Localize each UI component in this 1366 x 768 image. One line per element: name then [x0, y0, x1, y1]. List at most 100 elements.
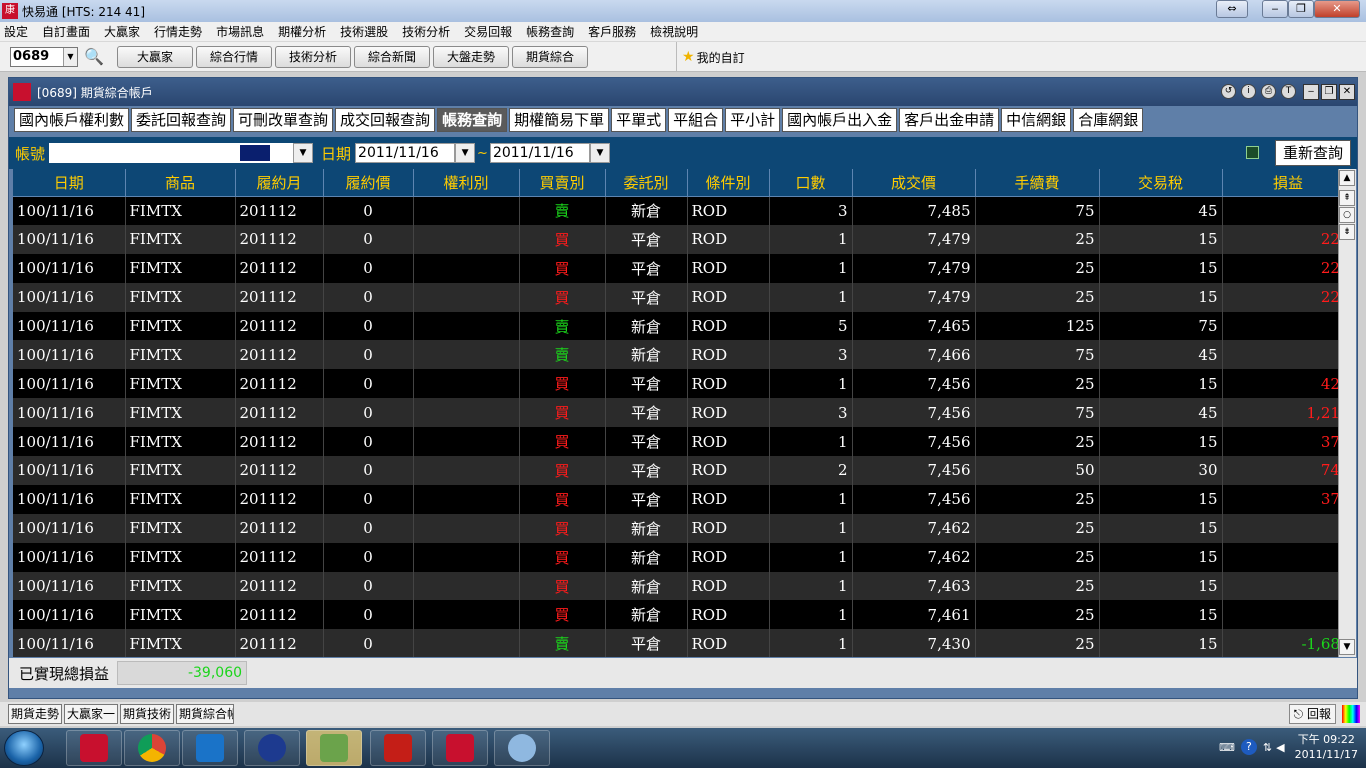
account-input[interactable] [49, 143, 294, 163]
tab[interactable]: 客戶出金申請 [899, 108, 1000, 132]
menu-item[interactable]: 交易回報 [464, 23, 512, 40]
table-row[interactable]: 100/11/16 FIMTX 201112 0 買新倉 ROD 1 7,462 25 15 [13, 513, 1355, 543]
close-button[interactable]: ✕ [1339, 84, 1355, 100]
tab[interactable]: 國內帳戶權利數 [14, 108, 130, 132]
column-header[interactable]: 履約價 [323, 169, 414, 197]
tab[interactable]: 國內帳戶出入金 [782, 108, 898, 132]
start-button[interactable] [4, 730, 44, 766]
toolbar-button[interactable]: 技術分析 [275, 45, 351, 68]
column-header[interactable]: 手續費 [975, 169, 1100, 197]
link-icon[interactable]: ↺ [1221, 84, 1236, 99]
scroll-up-icon[interactable]: ▲ [1339, 170, 1355, 186]
search-icon[interactable]: 🔍 [84, 47, 104, 67]
taskbar-app-button[interactable] [432, 730, 488, 766]
toolbar-button[interactable]: 期貨綜合 [512, 45, 588, 68]
tab[interactable]: 平組合 [668, 108, 724, 132]
menu-item[interactable]: 技術分析 [402, 23, 450, 40]
table-row[interactable]: 100/11/16 FIMTX 201112 0 賣新倉 ROD 3 7,466 75 45 [13, 340, 1355, 370]
taskbar-app-button[interactable] [494, 730, 550, 766]
stock-code-combobox[interactable]: 0689 ▼ [10, 46, 78, 67]
page-up-icon[interactable]: ⇞ [1339, 190, 1355, 206]
column-header[interactable]: 成交價 [852, 169, 976, 197]
table-row[interactable]: 100/11/16 FIMTX 201112 0 賣新倉 ROD 3 7,485 75 45 [13, 196, 1355, 225]
taskbar-app-button[interactable] [370, 730, 426, 766]
table-row[interactable]: 100/11/16 FIMTX 201112 0 買新倉 ROD 1 7,463 25 15 [13, 571, 1355, 601]
table-row[interactable]: 100/11/16 FIMTX 201112 0 買平倉 ROD 3 7,456 75 45 1,2… [13, 398, 1355, 428]
column-header[interactable]: 商品 [125, 169, 236, 197]
menu-item[interactable]: 大贏家 [104, 23, 140, 40]
tab[interactable]: 合庫網銀 [1073, 108, 1144, 132]
close-button[interactable]: ✕ [1314, 0, 1360, 18]
reply-button[interactable]: ⎋ 回報 [1288, 704, 1336, 724]
column-header[interactable]: 口數 [769, 169, 853, 197]
menu-item[interactable]: 帳務查詢 [526, 23, 574, 40]
taskbar-app-button[interactable] [244, 730, 300, 766]
minimize-button[interactable]: ‒ [1262, 0, 1288, 18]
menu-item[interactable]: 行情走勢 [154, 23, 202, 40]
tab[interactable]: 成交回報查詢 [335, 108, 436, 132]
table-row[interactable]: 100/11/16 FIMTX 201112 0 賣新倉 ROD 5 7,465 125 75 [13, 311, 1355, 341]
column-header[interactable]: 交易稅 [1099, 169, 1223, 197]
taskbar-app-button[interactable] [124, 730, 180, 766]
table-row[interactable]: 100/11/16 FIMTX 201112 0 買平倉 ROD 1 7,456 25 15 420 [13, 369, 1355, 399]
restore-arrows-icon[interactable]: ⇔ [1216, 0, 1248, 18]
menu-item[interactable]: 客戶服務 [588, 23, 636, 40]
table-row[interactable]: 100/11/16 FIMTX 201112 0 買平倉 ROD 1 7,479 25 15 220 [13, 253, 1355, 283]
keyboard-icon[interactable]: ⌨ [1219, 741, 1235, 754]
table-row[interactable]: 100/11/16 FIMTX 201112 0 買平倉 ROD 2 7,456 50 30 740 [13, 456, 1355, 485]
menu-item[interactable]: 市場訊息 [216, 23, 264, 40]
column-header[interactable]: 委託別 [605, 169, 688, 197]
menu-item[interactable]: 自訂畫面 [42, 23, 90, 40]
table-row[interactable]: 100/11/16 FIMTX 201112 0 買平倉 ROD 1 7,479 25 15 220 [13, 224, 1355, 254]
table-row[interactable]: 100/11/16 FIMTX 201112 0 買平倉 ROD 1 7,456 25 15 370 [13, 484, 1355, 514]
maximize-button[interactable]: ❐ [1288, 0, 1314, 18]
window-tab[interactable]: 大贏家一 [64, 704, 119, 724]
table-row[interactable]: 100/11/16 FIMTX 201112 0 買平倉 ROD 1 7,479 25 15 220 [13, 282, 1355, 312]
menu-item[interactable]: 設定 [4, 23, 28, 40]
toolbar-button[interactable]: 綜合新聞 [354, 45, 430, 68]
table-row[interactable]: 100/11/16 FIMTX 201112 0 買新倉 ROD 1 7,461 25 15 [13, 600, 1355, 630]
table-row[interactable]: 100/11/16 FIMTX 201112 0 買平倉 ROD 1 7,456 25 15 370 [13, 427, 1355, 457]
column-header[interactable]: 條件別 [687, 169, 770, 197]
refresh-query-button[interactable]: 重新查詢 [1275, 140, 1351, 166]
print-icon[interactable]: ⎙ [1261, 84, 1276, 99]
tab[interactable]: 平單式 [611, 108, 667, 132]
table-row[interactable]: 100/11/16 FIMTX 201112 0 買新倉 ROD 1 7,462 25 15 [13, 542, 1355, 572]
window-tab[interactable]: 期貨走勢 [8, 704, 63, 724]
column-header[interactable]: 損益 [1222, 169, 1355, 197]
window-tab[interactable]: 期貨綜合帳戶 [176, 704, 235, 724]
column-header[interactable]: 買賣別 [519, 169, 606, 197]
export-icon[interactable] [1246, 146, 1259, 159]
date-from-field[interactable]: 2011/11/16 [355, 143, 456, 163]
calendar-dropdown-icon[interactable]: ▼ [589, 143, 610, 163]
chevron-down-icon[interactable]: ▼ [63, 47, 77, 66]
tab[interactable]: 平小計 [725, 108, 781, 132]
column-header[interactable]: 日期 [13, 169, 126, 197]
network-icon[interactable]: ⇅ [1263, 741, 1272, 754]
toolbar-button[interactable]: 大盤走勢 [433, 45, 509, 68]
minimize-button[interactable]: ‒ [1303, 84, 1319, 100]
taskbar-app-button[interactable] [306, 730, 362, 766]
maximize-button[interactable]: ❐ [1321, 84, 1337, 100]
tab[interactable]: 委託回報查詢 [131, 108, 232, 132]
favorites[interactable]: ★ 我的自訂 [676, 42, 745, 72]
menu-item[interactable]: 技術選股 [340, 23, 388, 40]
tab[interactable]: 期權簡易下單 [509, 108, 610, 132]
page-down-icon[interactable]: ⇟ [1339, 224, 1355, 240]
tab[interactable]: 可刪改單查詢 [233, 108, 334, 132]
text-icon[interactable]: T [1281, 84, 1296, 99]
palette-icon[interactable] [1342, 705, 1360, 723]
scroll-home-icon[interactable]: ○ [1339, 207, 1355, 223]
tab[interactable]: 中信網銀 [1001, 108, 1072, 132]
volume-icon[interactable]: ◀ [1276, 741, 1284, 754]
vertical-scrollbar[interactable]: ▲ ⇞ ○ ⇟ ▼ [1338, 169, 1356, 657]
chevron-down-icon[interactable]: ▼ [293, 143, 314, 163]
scroll-down-icon[interactable]: ▼ [1339, 639, 1355, 655]
help-icon[interactable]: ? [1240, 739, 1257, 755]
clock[interactable]: 下午 09:22 2011/11/17 [1295, 732, 1358, 762]
calendar-dropdown-icon[interactable]: ▼ [455, 143, 476, 163]
toolbar-button[interactable]: 大贏家 [117, 45, 193, 68]
column-header[interactable]: 權利別 [413, 169, 520, 197]
tab[interactable]: 帳務查詢 [437, 108, 508, 132]
column-header[interactable]: 履約月 [235, 169, 324, 197]
